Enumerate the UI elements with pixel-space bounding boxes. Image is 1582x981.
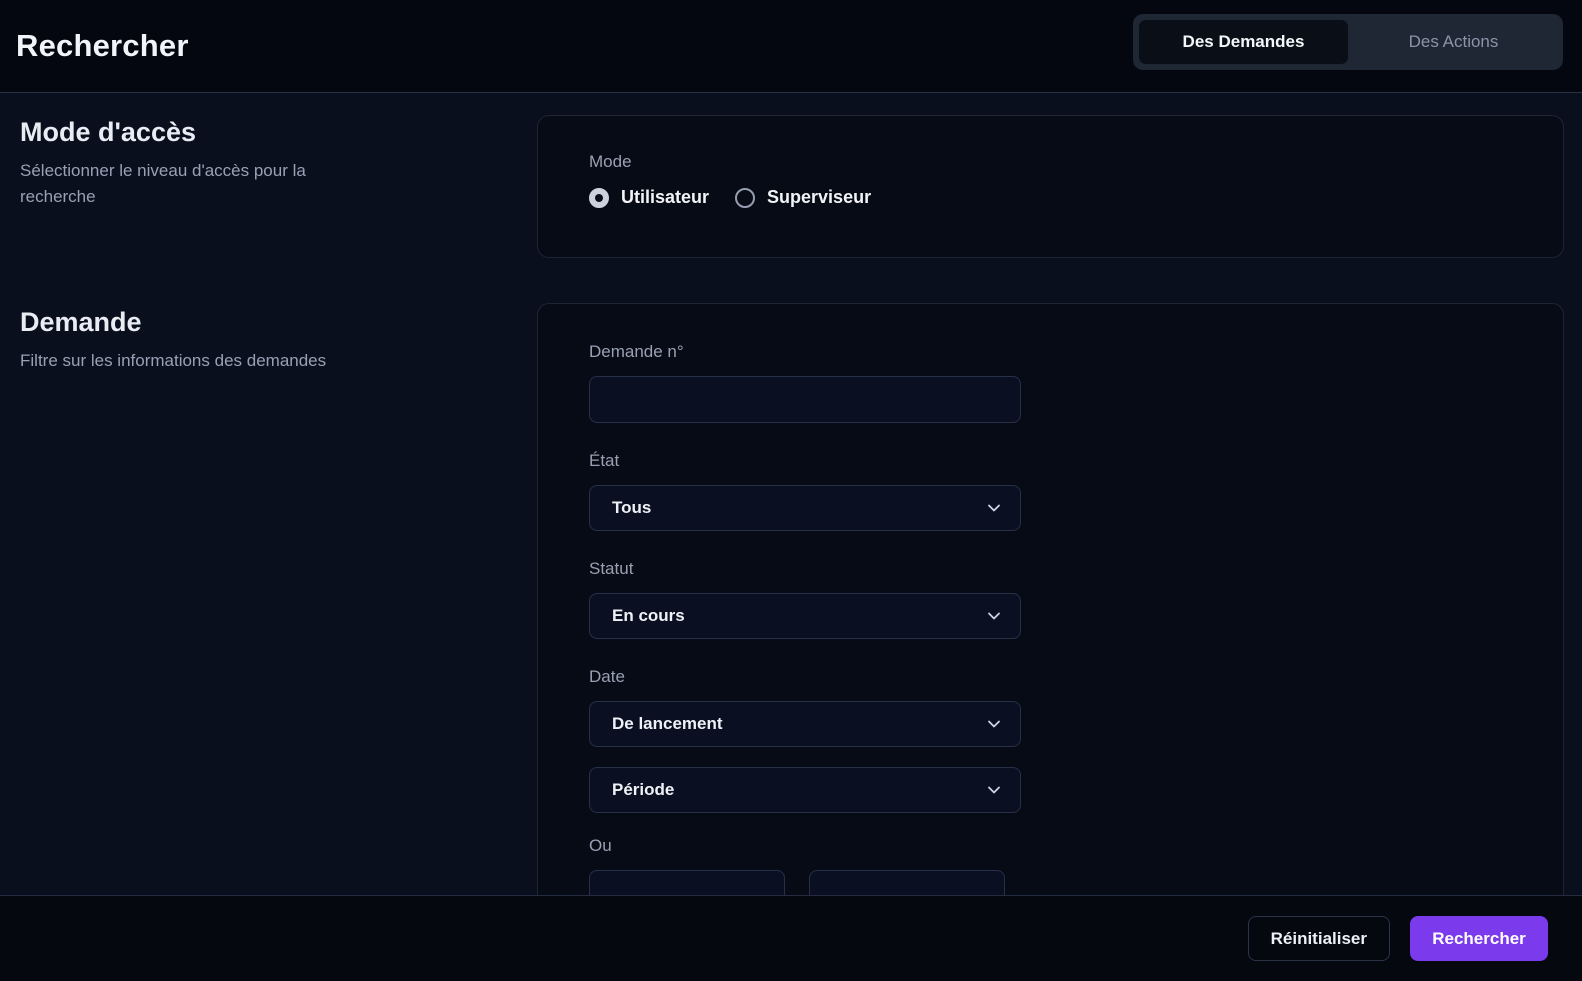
radio-superviseur[interactable]: Superviseur: [735, 187, 871, 208]
ou-label: Ou: [589, 836, 612, 855]
page-title: Rechercher: [16, 28, 189, 63]
access-section-header: Mode d'accès Sélectionner le niveau d'ac…: [20, 117, 500, 209]
access-section-description: Sélectionner le niveau d'accès pour la r…: [20, 161, 306, 206]
radio-unselected-icon: [735, 187, 756, 208]
etat-select[interactable]: Tous: [589, 485, 1021, 531]
top-bar: Rechercher Des Demandes Des Actions: [0, 0, 1582, 93]
access-section-title: Mode d'accès: [20, 117, 196, 147]
radio-selected-icon: [589, 187, 609, 208]
radio-utilisateur[interactable]: Utilisateur: [589, 187, 709, 208]
demande-filter-card: Demande n° État Tous Statut En cours Dat…: [537, 303, 1564, 895]
chevron-down-icon: [988, 504, 1000, 512]
main-content: Mode d'accès Sélectionner le niveau d'ac…: [0, 93, 1582, 895]
date-label: Date: [589, 667, 625, 686]
periode-select[interactable]: Période: [589, 767, 1021, 813]
demande-no-label: Demande n°: [589, 342, 684, 361]
periode-select-value: Période: [612, 780, 675, 799]
demande-section-title: Demande: [20, 307, 142, 337]
reset-button[interactable]: Réinitialiser: [1247, 916, 1390, 961]
date-range-row: [589, 870, 1512, 895]
mode-radio-group: Utilisateur Superviseur: [589, 187, 1512, 208]
date-from-input[interactable]: [589, 870, 785, 895]
etat-select-value: Tous: [612, 498, 652, 517]
tab-des-demandes[interactable]: Des Demandes: [1138, 19, 1349, 65]
demande-no-input[interactable]: [589, 376, 1021, 423]
mode-label: Mode: [589, 152, 632, 171]
demande-section-description: Filtre sur les informations des demandes: [20, 351, 327, 370]
demande-section-header: Demande Filtre sur les informations des …: [20, 307, 500, 374]
search-type-tabs: Des Demandes Des Actions: [1133, 14, 1563, 70]
tab-des-demandes-label: Des Demandes: [1182, 32, 1305, 51]
date-type-select[interactable]: De lancement: [589, 701, 1021, 747]
statut-label: Statut: [589, 559, 634, 578]
radio-superviseur-label: Superviseur: [767, 187, 872, 207]
mode-card: Mode Utilisateur Superviseur: [537, 115, 1564, 258]
chevron-down-icon: [988, 786, 1000, 794]
date-to-input[interactable]: [809, 870, 1005, 895]
tab-des-actions-label: Des Actions: [1408, 32, 1499, 51]
statut-select[interactable]: En cours: [589, 593, 1021, 639]
action-bar: Réinitialiser Rechercher: [0, 895, 1582, 981]
etat-label: État: [589, 451, 620, 470]
search-button[interactable]: Rechercher: [1410, 916, 1548, 961]
statut-select-value: En cours: [612, 606, 685, 625]
radio-utilisateur-label: Utilisateur: [621, 187, 710, 207]
chevron-down-icon: [988, 612, 1000, 620]
tab-des-actions[interactable]: Des Actions: [1349, 19, 1558, 65]
date-type-select-value: De lancement: [612, 714, 723, 733]
chevron-down-icon: [988, 720, 1000, 728]
